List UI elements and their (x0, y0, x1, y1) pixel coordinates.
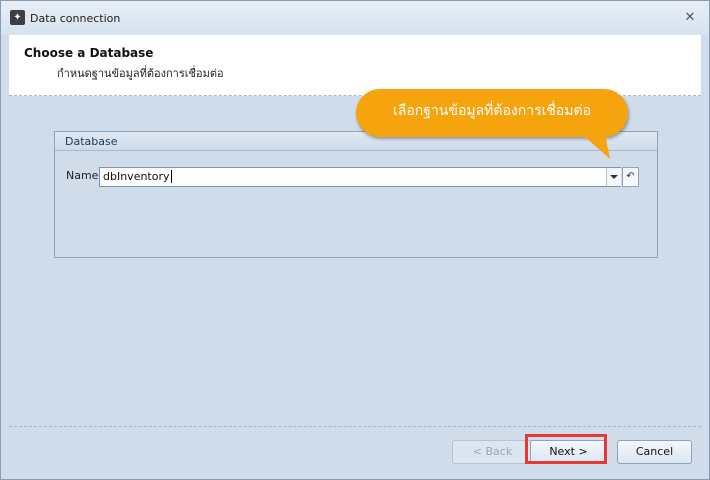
cancel-button[interactable]: Cancel (617, 440, 692, 464)
data-connection-window: ✦ Data connection ✕ Choose a Database กำ… (0, 0, 710, 480)
callout-text: เลือกฐานข้อมูลที่ต้องการเชื่อมต่อ (392, 103, 592, 119)
undo-icon[interactable]: ↶ (622, 167, 639, 187)
window-title: Data connection (30, 12, 121, 25)
database-group-title: Database (65, 135, 118, 148)
database-name-combobox[interactable]: dbInventory (99, 167, 621, 187)
wizard-header: Choose a Database กำหนดฐานข้อมูลที่ต้องก… (9, 35, 701, 96)
close-icon[interactable]: ✕ (683, 11, 697, 25)
database-groupbox: Database Name dbInventory ↶ (54, 131, 658, 258)
name-label: Name (66, 169, 99, 182)
chevron-down-icon[interactable] (606, 168, 621, 186)
page-subtitle: กำหนดฐานข้อมูลที่ต้องการเชื่อมต่อ (57, 67, 224, 80)
page-title: Choose a Database (24, 46, 154, 60)
title-bar: ✦ Data connection ✕ (1, 1, 709, 35)
next-button-highlight (525, 434, 607, 464)
callout-tail (576, 129, 610, 159)
back-button[interactable]: < Back (452, 440, 533, 464)
database-name-value[interactable]: dbInventory (103, 170, 172, 183)
wizard-app-icon: ✦ (10, 10, 25, 25)
footer-divider (9, 426, 701, 427)
